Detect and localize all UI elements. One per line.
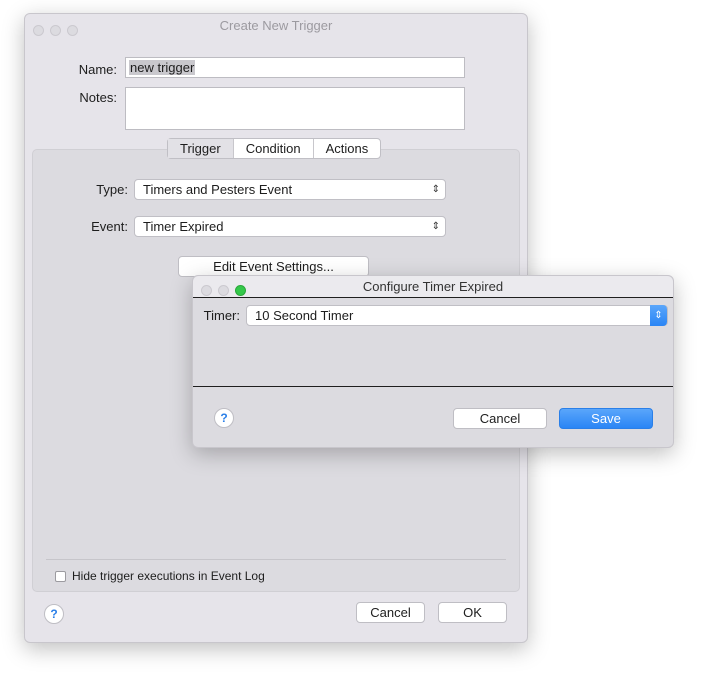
divider	[46, 559, 506, 560]
zoom-window-button[interactable]	[67, 25, 78, 36]
zoom-window-button[interactable]	[235, 285, 246, 296]
event-label: Event:	[91, 219, 128, 234]
minimize-window-button[interactable]	[218, 285, 229, 296]
event-popup[interactable]: Timer Expired ⇕	[134, 216, 446, 237]
window-controls	[33, 20, 84, 44]
tab-bar: Trigger Condition Actions	[167, 138, 382, 159]
minimize-window-button[interactable]	[50, 25, 61, 36]
title-bar: Configure Timer Expired	[193, 276, 673, 298]
edit-event-settings-button[interactable]: Edit Event Settings...	[178, 256, 369, 277]
title-bar: Create New Trigger	[25, 14, 527, 38]
timer-popup[interactable]: 10 Second Timer ⇕	[246, 305, 668, 326]
save-button[interactable]: Save	[559, 408, 653, 429]
notes-field[interactable]	[125, 87, 465, 130]
window-controls	[201, 281, 252, 302]
event-value: Timer Expired	[143, 219, 224, 234]
help-button[interactable]: ?	[44, 604, 64, 624]
configure-timer-window: Configure Timer Expired Timer: 10 Second…	[192, 275, 674, 448]
window-title: Create New Trigger	[219, 18, 333, 33]
window-title: Configure Timer Expired	[362, 279, 504, 294]
tab-condition[interactable]: Condition	[234, 139, 314, 158]
tab-actions[interactable]: Actions	[314, 139, 381, 158]
timer-value: 10 Second Timer	[255, 308, 354, 323]
hide-executions-checkbox[interactable]	[55, 571, 66, 582]
divider	[193, 386, 673, 387]
up-down-chevron-icon: ⇕	[650, 305, 667, 326]
tab-trigger[interactable]: Trigger	[168, 139, 234, 158]
type-popup[interactable]: Timers and Pesters Event ⇕	[134, 179, 446, 200]
name-value: new trigger	[129, 60, 196, 75]
notes-label: Notes:	[79, 90, 117, 105]
cancel-button[interactable]: Cancel	[356, 602, 425, 623]
type-value: Timers and Pesters Event	[143, 182, 293, 197]
help-button[interactable]: ?	[214, 408, 234, 428]
ok-button[interactable]: OK	[438, 602, 507, 623]
hide-executions-label: Hide trigger executions in Event Log	[72, 569, 265, 583]
name-field[interactable]: new trigger	[125, 57, 465, 78]
close-window-button[interactable]	[201, 285, 212, 296]
name-label: Name:	[78, 62, 117, 77]
timer-label: Timer:	[203, 308, 240, 323]
type-label: Type:	[96, 182, 128, 197]
up-down-chevron-icon: ⇕	[431, 184, 440, 195]
up-down-chevron-icon: ⇕	[431, 221, 440, 232]
cancel-button[interactable]: Cancel	[453, 408, 547, 429]
close-window-button[interactable]	[33, 25, 44, 36]
